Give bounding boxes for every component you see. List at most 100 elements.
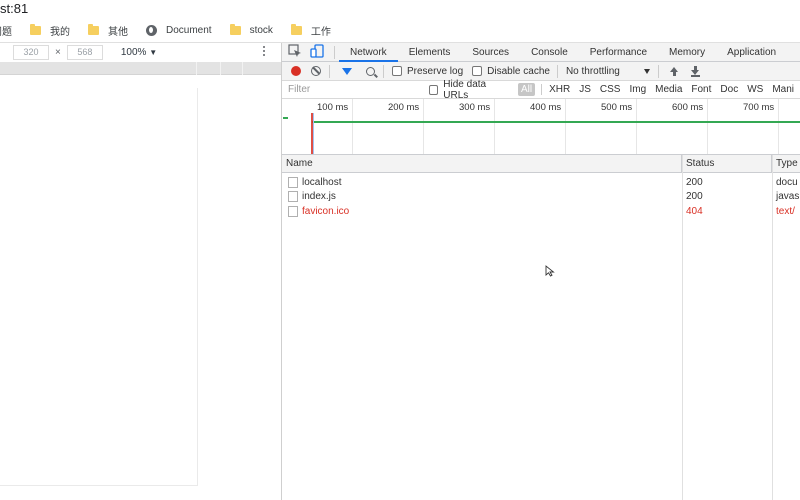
type-filter-font[interactable]: Font <box>688 83 714 96</box>
zoom-value: 100% <box>120 47 147 58</box>
filter-bar: Filter Hide data URLs All XHR JS CSS Img… <box>282 78 800 101</box>
export-har-icon[interactable] <box>690 65 701 77</box>
device-toolbar: 320 × 568 100% ▼ <box>0 43 281 62</box>
devtools-tab-bar: Network Elements Sources Console Perform… <box>282 43 800 62</box>
type-filter-all[interactable]: All <box>518 83 536 96</box>
timeline-gridline <box>707 99 708 154</box>
filter-input[interactable]: Filter <box>282 84 429 95</box>
column-divider <box>772 155 773 500</box>
tab-application[interactable]: Application <box>716 43 787 62</box>
column-header-status[interactable]: Status <box>682 155 772 172</box>
bookmark-item[interactable]: 问题 <box>0 19 12 43</box>
toolbar-separator <box>657 64 659 78</box>
type-filter-js[interactable]: JS <box>576 83 594 96</box>
timeline-gridline <box>423 99 424 154</box>
tab-sources[interactable]: Sources <box>461 43 520 62</box>
table-row[interactable]: favicon.ico 404 text/ <box>282 204 800 219</box>
ruler-segment <box>220 62 242 75</box>
folder-icon <box>290 24 302 35</box>
network-timeline[interactable]: 100 ms 200 ms 300 ms 400 ms 500 ms 600 m… <box>282 99 800 155</box>
bookmark-label: 问题 <box>0 27 12 38</box>
timeline-tick-label: 300 ms <box>459 102 491 113</box>
tab-separator <box>334 45 335 59</box>
record-icon[interactable] <box>291 66 301 76</box>
toolbar-separator <box>556 64 558 78</box>
disable-cache-checkbox[interactable]: Disable cache <box>472 66 550 77</box>
timeline-gridline <box>636 99 637 154</box>
more-options-icon[interactable] <box>262 46 266 58</box>
type-filter-img[interactable]: Img <box>626 83 649 96</box>
ruler-segment <box>196 62 220 75</box>
url-fragment: st:81 <box>0 1 29 16</box>
type-filter-doc[interactable]: Doc <box>717 83 741 96</box>
folder-icon <box>229 24 241 35</box>
requests-table: Name Status Type localhost 200 docu inde… <box>282 155 800 500</box>
bookmark-label: 其他 <box>108 27 128 38</box>
request-type: javas <box>776 191 800 203</box>
throttling-select[interactable]: No throttling <box>566 66 650 77</box>
tab-memory[interactable]: Memory <box>658 43 716 62</box>
request-name: localhost <box>302 176 342 188</box>
checkbox-icon[interactable] <box>428 84 439 95</box>
search-icon[interactable] <box>366 66 375 76</box>
bookmark-label: 我的 <box>50 27 70 38</box>
toolbar-separator <box>329 64 330 78</box>
network-toolbar: Preserve log Disable cache No throttling <box>282 62 800 81</box>
timeline-tick-label: 200 ms <box>388 102 420 113</box>
bookmark-item[interactable]: 我的 <box>30 19 70 43</box>
timeline-tick-label: 700 ms <box>743 102 775 113</box>
type-filter-ws[interactable]: WS <box>744 83 766 96</box>
request-name: index.js <box>302 191 336 203</box>
bookmark-label: stock <box>249 25 273 36</box>
timeline-gridline <box>352 99 353 154</box>
request-status: 404 <box>686 205 703 217</box>
clear-icon[interactable] <box>311 66 321 76</box>
inspect-element-icon[interactable] <box>288 44 304 60</box>
bookmark-item[interactable]: Document <box>146 19 212 43</box>
bookmark-item[interactable]: 工作 <box>290 19 331 43</box>
tab-network[interactable]: Network <box>339 43 398 62</box>
checkbox-icon[interactable] <box>472 66 483 76</box>
preserve-log-label: Preserve log <box>407 65 464 77</box>
request-status: 200 <box>686 176 703 188</box>
device-toggle-icon[interactable] <box>310 44 326 60</box>
tab-elements[interactable]: Elements <box>398 43 462 62</box>
bookmark-item[interactable]: stock <box>229 19 273 43</box>
device-ruler <box>0 62 281 75</box>
globe-icon <box>146 25 157 36</box>
request-type: docu <box>776 176 798 188</box>
request-type: text/ <box>776 205 795 217</box>
timeline-gridline <box>778 99 779 154</box>
filter-icon[interactable] <box>342 67 352 75</box>
request-name: favicon.ico <box>302 205 350 217</box>
checkbox-icon[interactable] <box>392 66 402 76</box>
zoom-select[interactable]: 100% ▼ <box>121 47 157 58</box>
devtools-panel: Network Elements Sources Console Perform… <box>282 43 800 500</box>
device-height-input[interactable]: 568 <box>66 45 103 60</box>
preserve-log-checkbox[interactable]: Preserve log <box>392 66 463 77</box>
import-har-icon[interactable] <box>669 66 680 77</box>
timeline-tick-label: 600 ms <box>672 102 704 113</box>
folder-icon <box>30 24 41 35</box>
device-viewport[interactable] <box>0 88 198 486</box>
tab-console[interactable]: Console <box>520 43 579 62</box>
type-filter-xhr[interactable]: XHR <box>546 83 573 96</box>
column-header-type[interactable]: Type <box>772 155 800 172</box>
type-filter-manifest[interactable]: Mani <box>769 83 797 96</box>
table-row[interactable]: localhost 200 docu <box>282 175 800 190</box>
tab-performance[interactable]: Performance <box>579 43 658 62</box>
column-divider <box>682 155 683 500</box>
table-row[interactable]: index.js 200 javas <box>282 190 800 205</box>
ruler-segment <box>242 62 281 75</box>
device-width-input[interactable]: 320 <box>13 45 49 60</box>
type-filter-media[interactable]: Media <box>652 83 685 96</box>
dimension-separator: × <box>55 47 61 58</box>
table-header: Name Status Type <box>282 155 800 173</box>
hide-data-urls-checkbox[interactable]: Hide data URLs <box>428 78 513 101</box>
dom-content-loaded-marker <box>313 113 314 154</box>
type-filter-css[interactable]: CSS <box>597 83 624 96</box>
bookmark-item[interactable]: 其他 <box>88 19 128 43</box>
hide-data-urls-label: Hide data URLs <box>443 78 487 101</box>
column-header-name[interactable]: Name <box>282 155 682 172</box>
request-status: 200 <box>686 191 703 203</box>
